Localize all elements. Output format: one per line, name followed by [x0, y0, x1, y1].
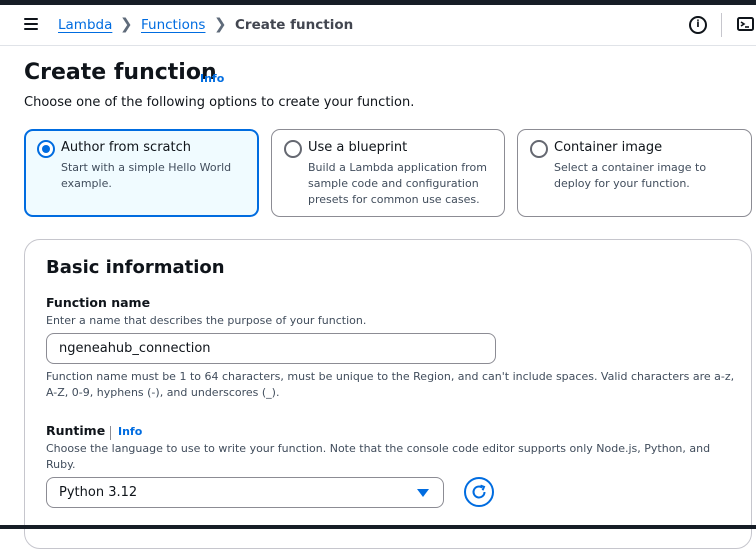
info-link[interactable]: Info: [200, 72, 224, 85]
runtime-description: Choose the language to use to write your…: [46, 442, 711, 471]
option-description: Build a Lambda application from sample c…: [308, 161, 487, 206]
function-name-constraint: Function name must be 1 to 64 characters…: [46, 370, 735, 399]
chevron-right-icon: ❯: [120, 15, 133, 33]
option-container-image[interactable]: Container image Select a container image…: [517, 129, 752, 217]
breadcrumb-current: Create function: [235, 17, 354, 33]
hamburger-icon[interactable]: [24, 18, 38, 30]
chevron-right-icon: ❯: [214, 15, 227, 33]
radio-unselected[interactable]: [284, 140, 302, 158]
runtime-select[interactable]: Python 3.12: [46, 477, 444, 508]
radio-selected[interactable]: [37, 140, 55, 158]
app-header: Lambda ❯ Functions ❯ Create function i: [0, 5, 756, 46]
section-title: Basic information: [46, 257, 225, 278]
info-circle-icon[interactable]: i: [689, 16, 707, 34]
cloudshell-icon[interactable]: [737, 16, 756, 34]
page-title: Create function: [24, 60, 217, 85]
refresh-button[interactable]: [464, 477, 494, 507]
function-name-input[interactable]: [46, 333, 496, 364]
option-description: Start with a simple Hello World example.: [61, 161, 232, 190]
page-subtitle: Choose one of the following options to c…: [24, 95, 415, 110]
header-divider: [721, 13, 722, 37]
caret-down-icon: [417, 489, 429, 497]
function-name-description: Enter a name that describes the purpose …: [46, 314, 367, 327]
option-description: Select a container image to deploy for y…: [554, 161, 707, 190]
refresh-icon: [472, 484, 486, 499]
option-author-from-scratch[interactable]: Author from scratch Start with a simple …: [24, 129, 259, 217]
runtime-selected-value: Python 3.12: [59, 485, 138, 500]
function-name-label: Function name: [46, 295, 151, 310]
breadcrumb-functions[interactable]: Functions: [141, 17, 205, 33]
option-title: Author from scratch: [61, 140, 191, 155]
breadcrumb-lambda[interactable]: Lambda: [58, 17, 112, 33]
bottom-strip: [0, 525, 756, 529]
label-separator: [110, 426, 111, 440]
option-title: Container image: [554, 140, 663, 155]
runtime-label: Runtime: [46, 423, 106, 438]
runtime-info-link[interactable]: Info: [118, 425, 142, 438]
basic-information-panel: Basic information Function name Enter a …: [24, 239, 752, 549]
option-use-blueprint[interactable]: Use a blueprint Build a Lambda applicati…: [271, 129, 505, 217]
radio-unselected[interactable]: [530, 140, 548, 158]
option-title: Use a blueprint: [308, 140, 408, 155]
